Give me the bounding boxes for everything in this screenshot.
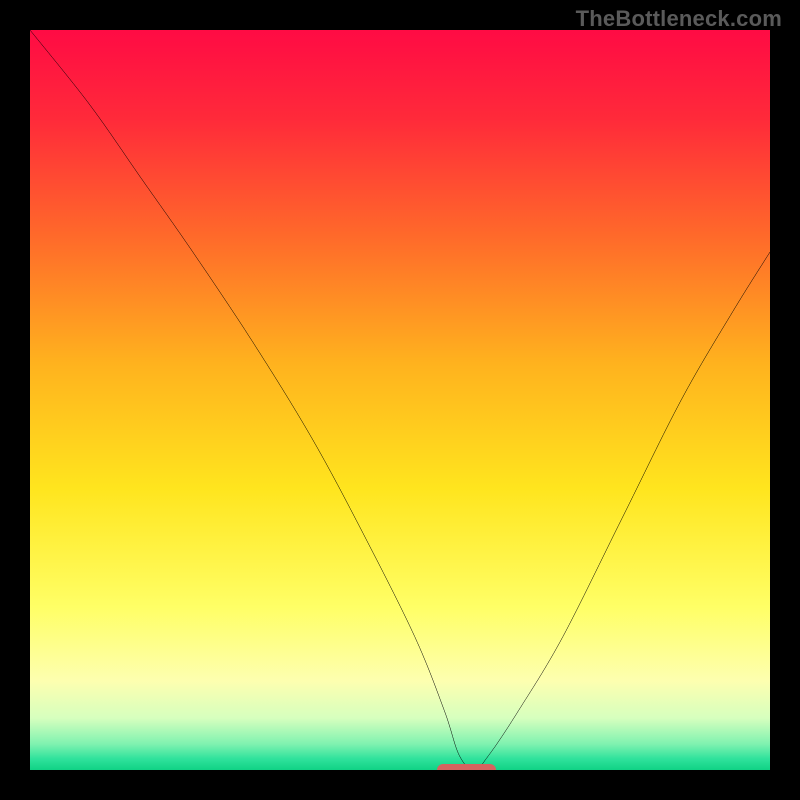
chart-frame: TheBottleneck.com xyxy=(0,0,800,800)
optimal-marker xyxy=(437,764,496,770)
plot-area xyxy=(30,30,770,770)
watermark-text: TheBottleneck.com xyxy=(576,6,782,32)
bottleneck-curve xyxy=(30,30,770,770)
